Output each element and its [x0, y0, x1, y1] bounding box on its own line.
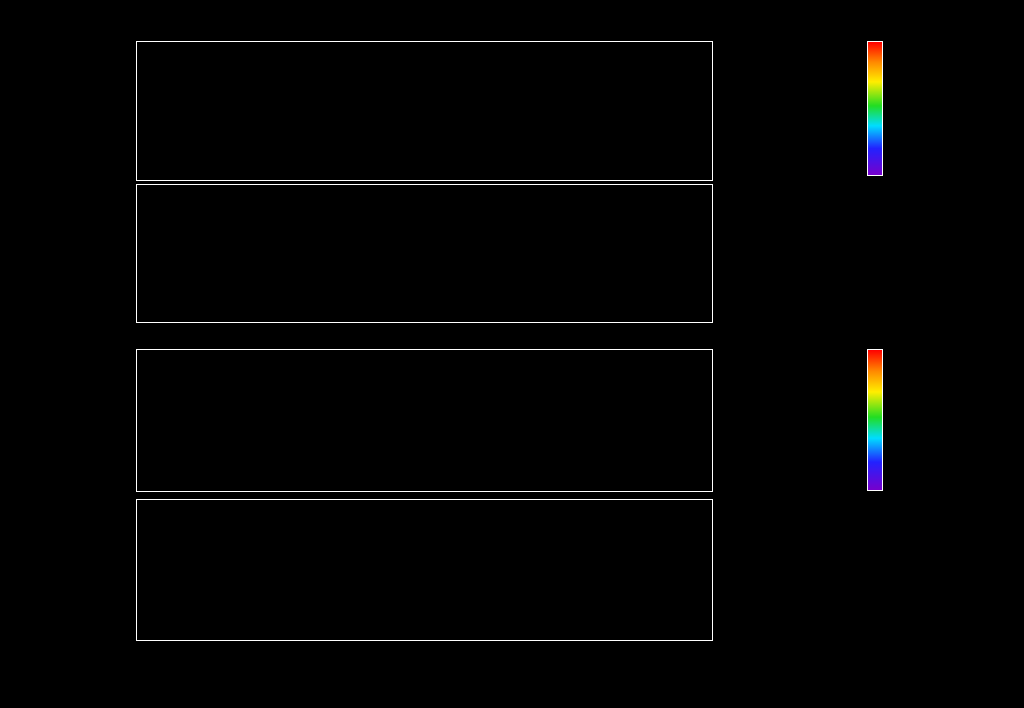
- els-colorbar: [867, 41, 883, 176]
- els-spectrogram-panel: [136, 41, 713, 181]
- ima-spectrogram-panel: [136, 349, 713, 492]
- ima-left-axis-label: [84, 350, 86, 491]
- vex-quicklook-figure: [0, 0, 1024, 708]
- orbit-line-panel: [136, 499, 713, 641]
- orbit-right-axis-label: [796, 500, 802, 640]
- mag-left-axis-label: [34, 185, 42, 322]
- els-left-axis-label: [84, 42, 86, 180]
- ima-right-axis-label: [792, 350, 798, 491]
- mag-line-canvas: [137, 185, 712, 322]
- orbit-left-axis-label: [26, 500, 32, 640]
- orbit-line-canvas: [137, 500, 712, 640]
- mag-right-axis-label: [798, 185, 804, 322]
- mag-line-panel: [136, 184, 713, 323]
- els-right-axis-label: [788, 42, 796, 180]
- ima-spectrogram-canvas: [137, 350, 712, 491]
- els-spectrogram-canvas: [137, 42, 712, 180]
- ima-colorbar: [867, 349, 883, 491]
